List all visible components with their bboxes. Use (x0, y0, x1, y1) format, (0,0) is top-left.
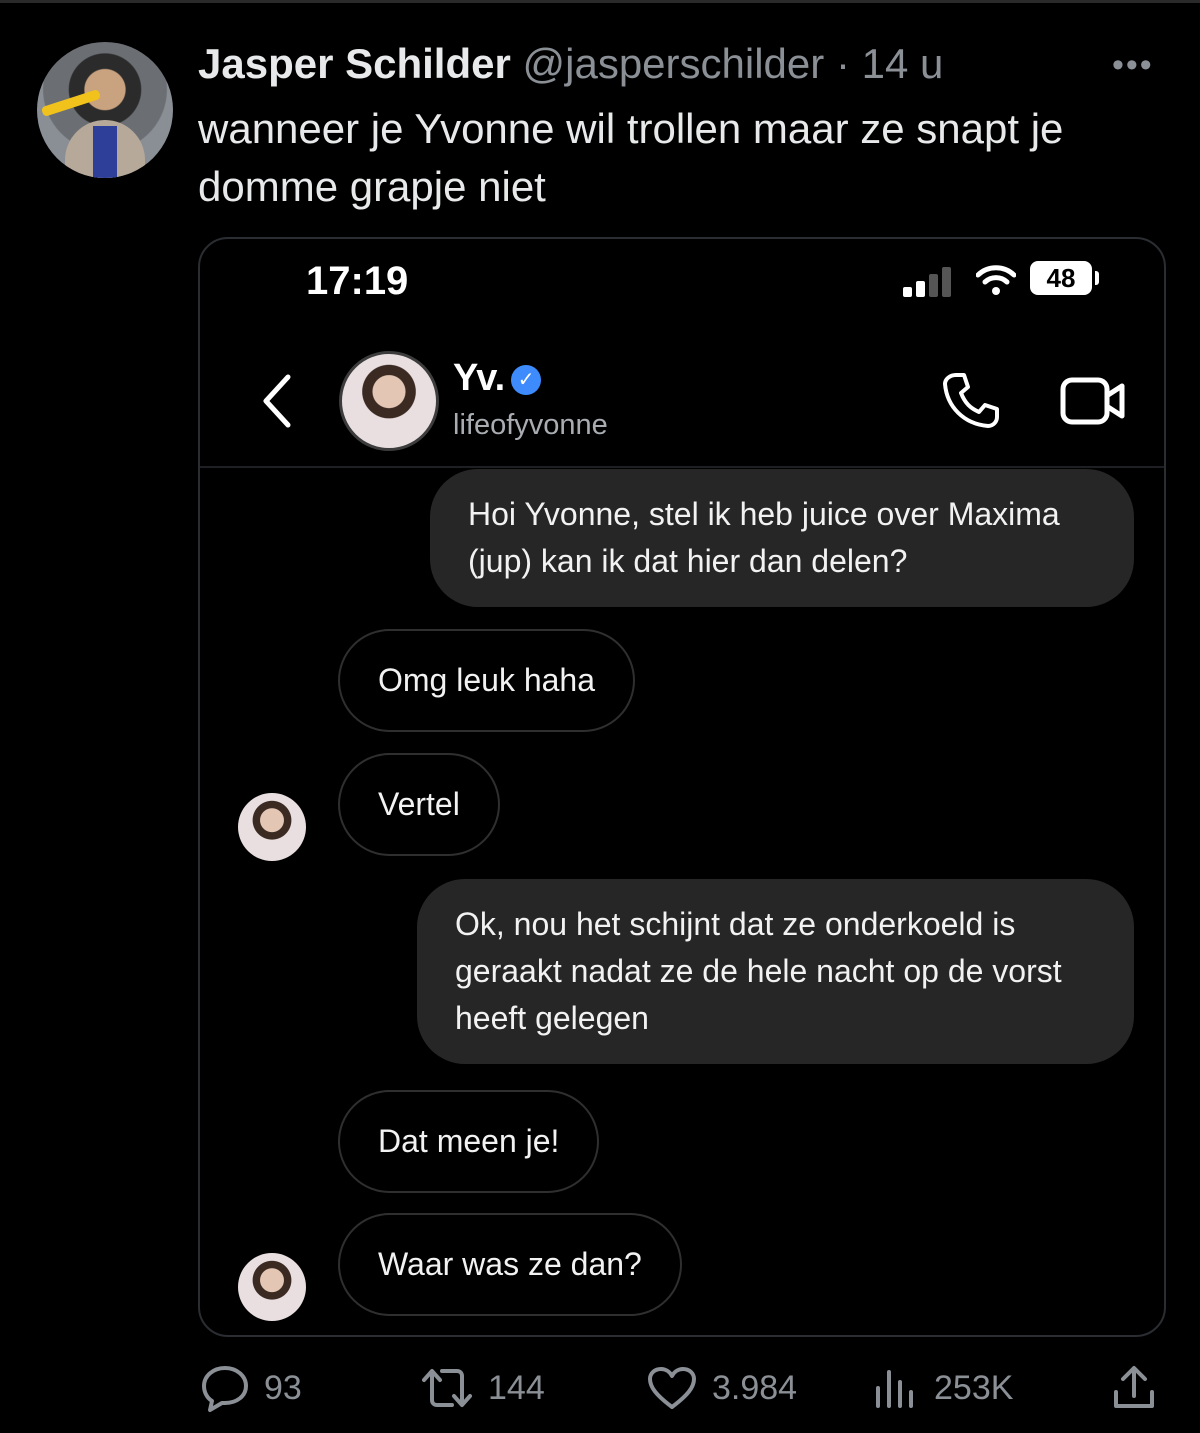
wifi-icon (976, 265, 1016, 295)
avatar-toy-plane (40, 88, 102, 118)
phone-icon[interactable] (942, 371, 1000, 429)
verified-badge-icon: ✓ (511, 364, 542, 395)
chat-header-divider (200, 466, 1164, 468)
status-bar-time: 17:19 (306, 259, 409, 303)
views-count: 253K (934, 1368, 1014, 1407)
reply-icon (202, 1366, 248, 1412)
like-button[interactable]: 3.984 (646, 1358, 797, 1418)
tweet-header: Jasper Schilder @jasperschilder · 14 u (198, 40, 943, 88)
retweet-count: 144 (488, 1368, 545, 1407)
retweet-button[interactable]: 144 (420, 1358, 545, 1418)
contact-mini-avatar (238, 793, 306, 861)
more-options-icon[interactable]: ••• (1112, 46, 1154, 85)
back-chevron-icon[interactable] (260, 371, 294, 431)
reply-button[interactable]: 93 (200, 1358, 302, 1418)
views-icon (876, 1370, 913, 1408)
separator-dot: · (835, 40, 850, 87)
video-icon[interactable] (1060, 375, 1126, 427)
views-button[interactable]: 253K (872, 1358, 1013, 1418)
like-count: 3.984 (712, 1368, 798, 1407)
contact-name: Yv. (453, 357, 506, 399)
battery-tip (1095, 271, 1099, 285)
reply-count: 93 (264, 1368, 302, 1407)
tweet-time[interactable]: 14 u (862, 40, 944, 87)
message-bubble-received: Omg leuk haha (338, 629, 636, 732)
message-bubble-sent: Hoi Yvonne, stel ik heb juice over Maxim… (430, 469, 1134, 607)
message-bubble-received: Waar was ze dan? (338, 1213, 682, 1316)
contact-avatar[interactable] (339, 351, 439, 451)
retweet-icon (422, 1369, 472, 1407)
contact-name-row[interactable]: Yv. ✓ (453, 357, 542, 400)
share-icon (1114, 1366, 1154, 1408)
tweet-action-bar: 93 144 3.984 253K (0, 1358, 1200, 1418)
tweet-text: wanneer je Yvonne wil trollen maar ze sn… (198, 105, 1064, 210)
like-icon (648, 1367, 696, 1409)
author-avatar[interactable] (37, 42, 173, 178)
message-bubble-sent: Ok, nou het schijnt dat ze onderkoeld is… (417, 879, 1134, 1064)
avatar-shirt (93, 126, 117, 178)
author-name[interactable]: Jasper Schilder (198, 40, 511, 87)
author-handle[interactable]: @jasperschilder (523, 40, 825, 87)
message-bubble-received: Dat meen je! (338, 1090, 600, 1193)
message-bubble-received: Vertel (338, 753, 500, 856)
battery-icon: 48 (1030, 261, 1092, 295)
attached-screenshot[interactable]: 17:19 48 Yv. ✓ lifeofyvonne Hoi Yvonne, s… (198, 237, 1166, 1337)
share-button[interactable] (1110, 1358, 1172, 1418)
top-divider (0, 0, 1200, 3)
contact-mini-avatar (238, 1253, 306, 1321)
contact-handle[interactable]: lifeofyvonne (453, 409, 608, 442)
signal-icon (903, 267, 955, 297)
